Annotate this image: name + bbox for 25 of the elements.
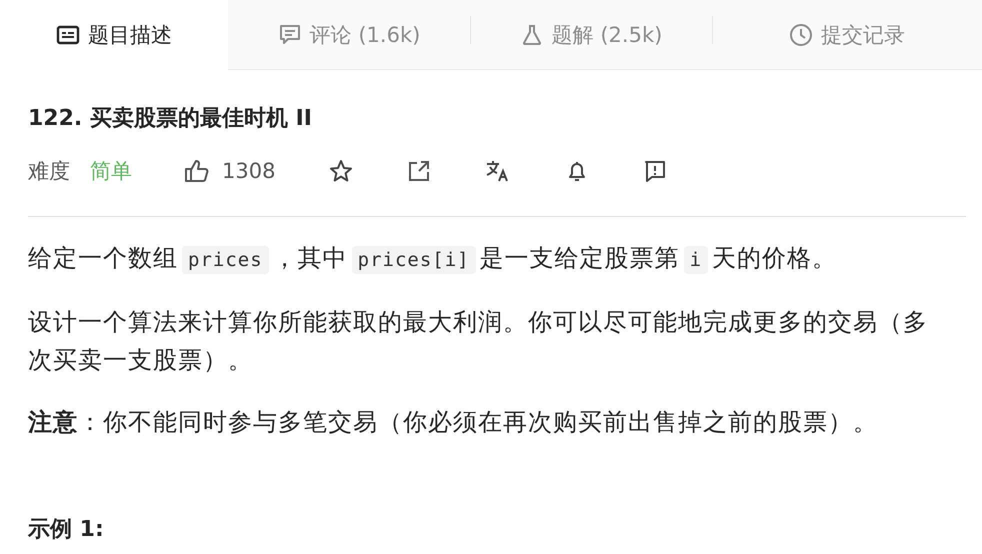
example-heading: 示例 1:	[28, 517, 105, 543]
tab[interactable]: 题目描述	[0, 0, 228, 70]
description-text: ，其中	[272, 244, 348, 272]
description-text: 是一支给定股票第	[480, 244, 680, 272]
comment-icon	[278, 22, 302, 46]
tab[interactable]: 评论 (1.6k)	[228, 0, 470, 69]
thumbs-up-icon[interactable]	[184, 159, 210, 183]
like-count: 1308	[222, 159, 276, 183]
star-icon[interactable]	[329, 159, 354, 183]
description-icon	[56, 24, 80, 46]
description-text: 设计一个算法来计算你所能获取的最大利润。你可以尽可能地完成更多的交易（多次买卖一支股票）。	[28, 307, 929, 376]
feedback-icon[interactable]	[643, 159, 668, 183]
difficulty-label: 难度	[28, 158, 70, 185]
problem-title: 122. 买卖股票的最佳时机 II	[28, 105, 313, 133]
inline-code: prices[i]	[352, 246, 476, 274]
difficulty-value: 简单	[90, 158, 132, 185]
tab[interactable]: 题解 (2.5k)	[470, 0, 712, 69]
description-text: 天的价格。	[712, 244, 838, 272]
description-text: 给定一个数组	[28, 244, 178, 272]
share-icon[interactable]	[407, 159, 432, 183]
description-text: 注意：你不能同时参与多笔交易（你必须在再次购买前出售掉之前的股票）。	[28, 407, 879, 438]
clock-icon	[789, 22, 813, 46]
inline-code: prices	[182, 246, 269, 274]
tab[interactable]: 提交记录	[712, 0, 982, 69]
inline-code: i	[684, 246, 708, 274]
